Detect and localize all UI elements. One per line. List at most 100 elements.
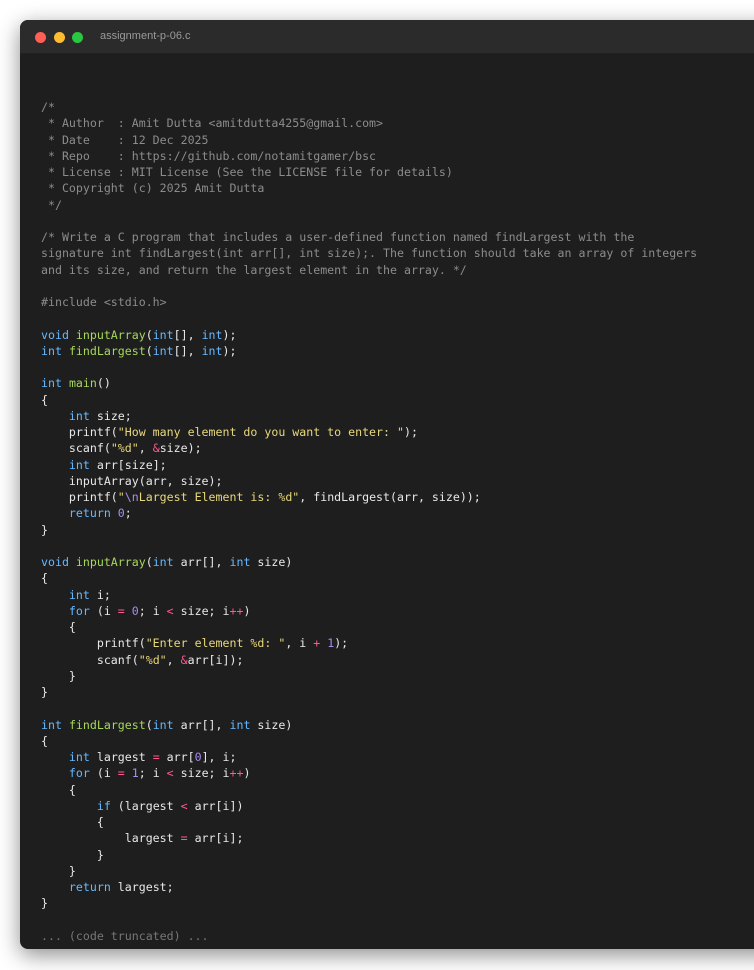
code-line: * Author : Amit Dutta <amitdutta4255@gma…	[41, 115, 697, 131]
code-token: }	[41, 863, 76, 878]
code-token: and its size, and return the largest ele…	[41, 262, 467, 277]
code-token: * License : MIT License (See the LICENSE…	[41, 165, 453, 179]
code-token: size);	[159, 441, 202, 456]
code-line: if (largest < arr[i])	[41, 798, 697, 814]
code-token: void	[41, 555, 69, 569]
code-line: * Repo : https://github.com/notamitgamer…	[41, 148, 697, 164]
code-token: #include <stdio.h>	[41, 295, 167, 309]
code-line: for (i = 0; i < size; i++)	[41, 603, 697, 619]
code-line: and its size, and return the largest ele…	[41, 262, 697, 278]
code-token: , findLargest(arr, size));	[299, 490, 481, 504]
code-token: {	[41, 815, 104, 829]
code-token: size; i	[173, 603, 230, 618]
code-token: printf(	[41, 425, 118, 439]
code-token: "%d"	[110, 441, 139, 456]
code-token: /*	[41, 100, 55, 114]
code-token: ,	[138, 441, 153, 456]
code-line: printf("How many element do you want to …	[41, 424, 697, 440]
code-token: <	[180, 798, 188, 813]
code-token: * Repo : https://github.com/notamitgamer…	[41, 148, 377, 163]
code-token: "%d"	[138, 652, 167, 667]
code-token: =	[180, 831, 188, 846]
code-token: arr[],	[173, 717, 230, 732]
code-token: }	[41, 668, 76, 683]
code-line: return largest;	[41, 879, 697, 895]
window-title: assignment-p-06.c	[100, 30, 191, 42]
code-token: inputArray	[75, 327, 146, 342]
code-line: }	[41, 895, 697, 911]
code-line: /*	[41, 99, 697, 115]
code-token: int	[41, 343, 62, 358]
code-token: &	[152, 441, 160, 456]
code-token: return	[68, 880, 111, 894]
code-token: findLargest	[68, 343, 146, 358]
code-token: printf(	[41, 490, 118, 504]
code-token: int	[152, 717, 174, 732]
code-line: inputArray(arr, size);	[41, 473, 697, 489]
code-token: int	[152, 555, 174, 569]
code-line: scanf("%d", &size);	[41, 440, 697, 456]
code-line: * Copyright (c) 2025 Amit Dutta	[41, 180, 697, 196]
code-line: ... (code truncated) ...	[41, 928, 697, 944]
code-token: <	[166, 766, 174, 781]
code-token: ,	[166, 652, 181, 667]
code-editor[interactable]: /* * Author : Amit Dutta <amitdutta4255@…	[41, 99, 697, 944]
code-token: (	[145, 327, 153, 342]
minimize-window-button[interactable]	[54, 32, 65, 43]
code-token: size)	[250, 717, 293, 732]
code-token: main	[68, 376, 97, 391]
maximize-window-button[interactable]	[72, 32, 83, 43]
code-token: return	[68, 506, 111, 521]
code-token: * Author : Amit Dutta <amitdutta4255@gma…	[41, 116, 384, 131]
code-token: =	[117, 603, 125, 618]
code-token: signature int findLargest(int arr[], int…	[41, 246, 698, 261]
code-token: (i	[89, 766, 118, 781]
code-token: ++	[229, 766, 244, 781]
code-line: largest = arr[i];	[41, 830, 697, 846]
code-token: */	[41, 197, 62, 212]
code-token: /* Write a C program that includes a use…	[41, 230, 635, 244]
code-token: scanf(	[41, 441, 111, 456]
code-token: size; i	[173, 766, 230, 781]
code-token: int	[229, 717, 251, 732]
code-token: int	[68, 408, 90, 423]
code-token: )	[243, 766, 251, 781]
code-token: "How many element do you want to enter: …	[117, 425, 404, 439]
code-token: i;	[89, 587, 111, 602]
code-token: }	[41, 522, 48, 537]
code-line: int arr[size];	[41, 457, 697, 473]
code-token: ; i	[138, 766, 167, 781]
code-token: int	[68, 587, 90, 602]
code-line: {	[41, 782, 697, 798]
code-token: inputArray	[75, 555, 146, 569]
code-token: 0	[131, 603, 139, 618]
code-line: }	[41, 863, 697, 879]
close-window-button[interactable]	[35, 32, 46, 43]
code-line: void inputArray(int arr[], int size)	[41, 554, 697, 570]
code-token: ;	[124, 506, 132, 521]
code-token: }	[41, 847, 104, 862]
code-token: 1	[131, 766, 139, 781]
code-token: scanf(	[41, 652, 139, 667]
code-line: }	[41, 668, 697, 684]
code-token: * Copyright (c) 2025 Amit Dutta	[41, 181, 265, 196]
code-token: (largest	[110, 798, 181, 813]
code-token: )	[243, 603, 251, 618]
code-line: int findLargest(int arr[], int size)	[41, 717, 697, 733]
code-line: int main()	[41, 375, 697, 391]
code-line: }	[41, 847, 697, 863]
code-line: * Date : 12 Dec 2025	[41, 132, 697, 148]
code-token: {	[41, 392, 48, 407]
code-token: \n	[124, 490, 139, 504]
